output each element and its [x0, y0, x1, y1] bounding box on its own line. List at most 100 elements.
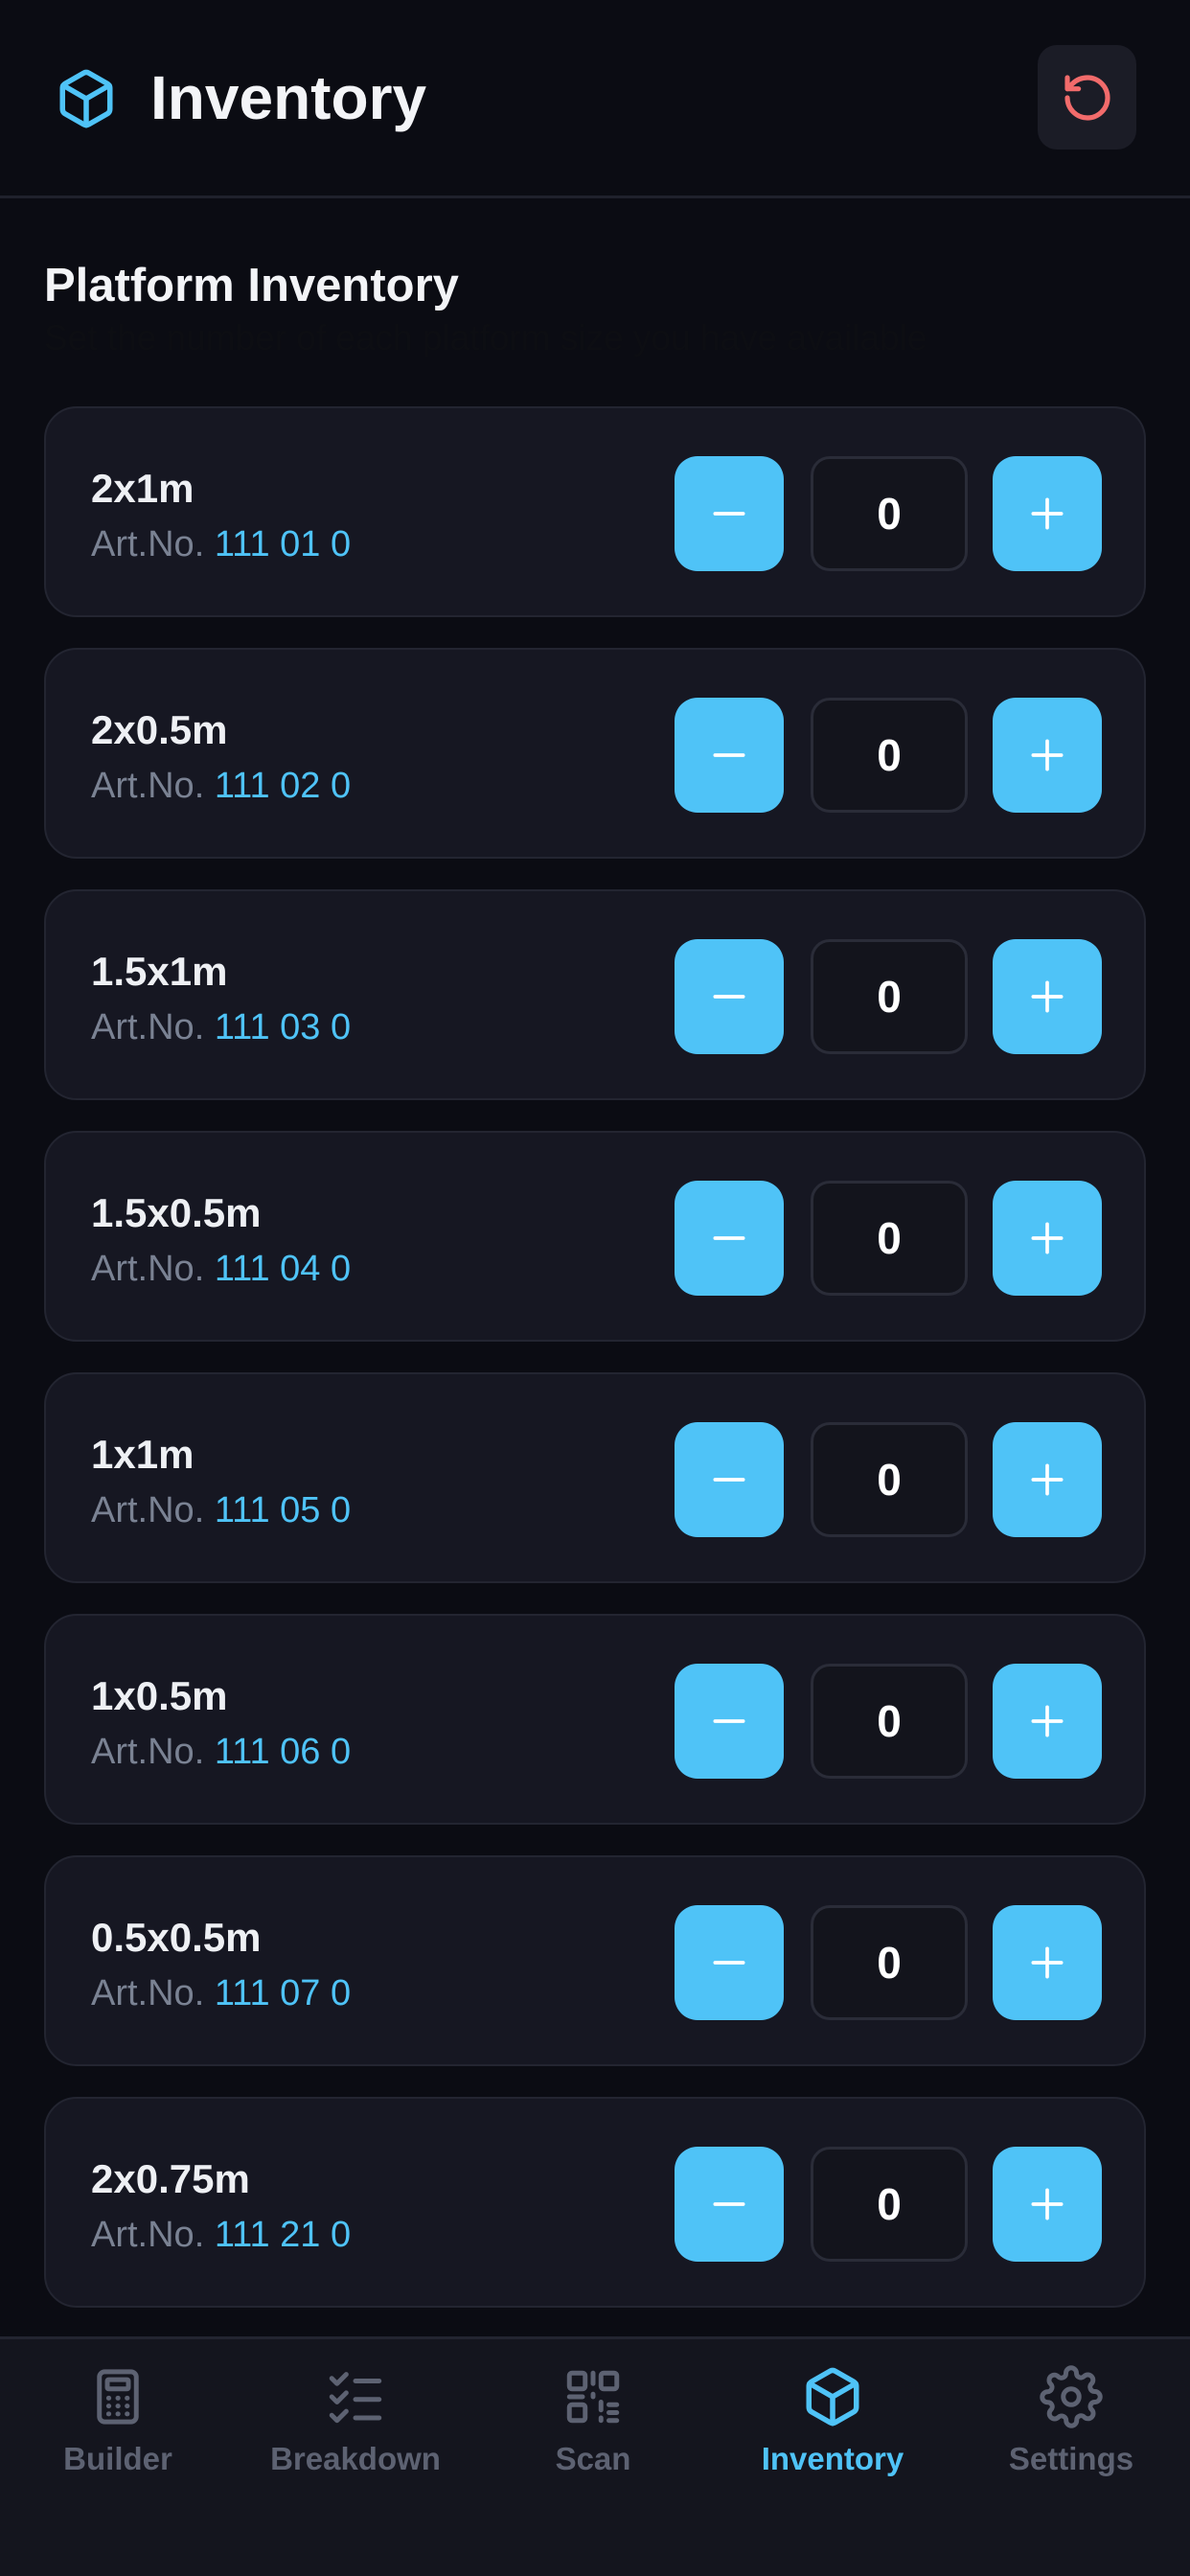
minus-icon	[713, 753, 745, 757]
nav-item-scan[interactable]: Scan	[483, 2365, 703, 2528]
decrement-button[interactable]	[675, 698, 784, 813]
minus-icon	[713, 2202, 745, 2206]
decrement-button[interactable]	[675, 939, 784, 1054]
platform-card: 0.5x0.5m Art.No. 111 07 0 0	[44, 1855, 1146, 2066]
section-subtitle: Set the number of each platform size you…	[44, 318, 927, 357]
quantity-display[interactable]: 0	[811, 1905, 968, 2020]
platform-name: 1.5x1m	[91, 949, 228, 994]
nav-item-inventory[interactable]: Inventory	[722, 2365, 943, 2528]
nav-label: Inventory	[761, 2441, 904, 2476]
article-prefix: Art.No.	[91, 2215, 205, 2255]
quantity-display[interactable]: 0	[811, 1422, 968, 1537]
article-number-value: 111 01 0	[214, 524, 352, 564]
calculator-icon	[97, 2369, 139, 2425]
plus-icon	[1031, 980, 1064, 1013]
article-prefix: Art.No.	[91, 1007, 205, 1047]
article-number: Art.No. 111 21 0	[91, 2212, 351, 2258]
qr-code-icon	[566, 2370, 620, 2424]
increment-button[interactable]	[993, 1422, 1102, 1537]
app-screen: Inventory Platform Inventory Set the num…	[0, 0, 1190, 2576]
decrement-button[interactable]	[675, 2147, 784, 2262]
app-header: Inventory	[0, 0, 1190, 198]
platform-card: 1.5x1m Art.No. 111 03 0 0	[44, 889, 1146, 1100]
article-prefix: Art.No.	[91, 1973, 205, 2013]
article-number-value: 111 04 0	[214, 1249, 352, 1289]
plus-icon	[1031, 2188, 1064, 2220]
quantity-display[interactable]: 0	[811, 1181, 968, 1296]
article-number: Art.No. 111 03 0	[91, 1004, 351, 1050]
minus-icon	[713, 1236, 745, 1240]
minus-icon	[713, 512, 745, 516]
minus-icon	[713, 1478, 745, 1482]
rotate-ccw-icon	[1064, 74, 1110, 121]
platform-name: 1x1m	[91, 1432, 195, 1477]
increment-button[interactable]	[993, 1181, 1102, 1296]
platform-card: 1.5x0.5m Art.No. 111 04 0 0	[44, 1131, 1146, 1342]
increment-button[interactable]	[993, 2147, 1102, 2262]
article-number: Art.No. 111 05 0	[91, 1487, 351, 1533]
platform-card: 2x0.5m Art.No. 111 02 0 0	[44, 648, 1146, 859]
cube-icon	[59, 69, 113, 128]
gear-icon	[1040, 2365, 1103, 2428]
article-number: Art.No. 111 04 0	[91, 1246, 351, 1292]
plus-icon	[1031, 1463, 1064, 1496]
minus-icon	[713, 995, 745, 999]
article-number-value: 111 02 0	[214, 766, 352, 806]
decrement-button[interactable]	[675, 1905, 784, 2020]
increment-button[interactable]	[993, 1664, 1102, 1779]
plus-icon	[1031, 1946, 1064, 1979]
minus-icon	[713, 1719, 745, 1723]
plus-icon	[1031, 1705, 1064, 1737]
reset-button[interactable]	[1038, 45, 1136, 150]
platform-name: 0.5x0.5m	[91, 1915, 262, 1960]
platform-list: 2x1m Art.No. 111 01 0 0 2x0.5m Art.No. 1…	[44, 406, 1146, 2338]
article-number-value: 111 21 0	[214, 2215, 352, 2255]
article-prefix: Art.No.	[91, 1490, 205, 1530]
increment-button[interactable]	[993, 698, 1102, 813]
quantity-display[interactable]: 0	[811, 1664, 968, 1779]
plus-icon	[1031, 739, 1064, 771]
article-number-value: 111 06 0	[214, 1732, 352, 1772]
cube-icon	[806, 2367, 859, 2426]
platform-card: 2x0.75m Art.No. 111 21 0 0	[44, 2097, 1146, 2308]
article-number-value: 111 05 0	[214, 1490, 352, 1530]
plus-icon	[1031, 497, 1064, 530]
section-title: Platform Inventory	[44, 260, 459, 311]
increment-button[interactable]	[993, 1905, 1102, 2020]
checklist-icon	[329, 2372, 382, 2424]
nav-label: Breakdown	[270, 2441, 441, 2476]
quantity-display[interactable]: 0	[811, 939, 968, 1054]
decrement-button[interactable]	[675, 1664, 784, 1779]
platform-name: 1.5x0.5m	[91, 1190, 262, 1235]
decrement-button[interactable]	[675, 1181, 784, 1296]
article-number: Art.No. 111 06 0	[91, 1729, 351, 1775]
increment-button[interactable]	[993, 456, 1102, 571]
platform-name: 2x0.5m	[91, 707, 228, 752]
article-prefix: Art.No.	[91, 524, 205, 564]
article-number-value: 111 07 0	[214, 1973, 352, 2013]
nav-item-settings[interactable]: Settings	[961, 2365, 1181, 2528]
increment-button[interactable]	[993, 939, 1102, 1054]
article-number-value: 111 03 0	[214, 1007, 352, 1047]
platform-name: 2x1m	[91, 466, 195, 511]
nav-item-builder[interactable]: Builder	[8, 2365, 228, 2528]
platform-card: 1x0.5m Art.No. 111 06 0 0	[44, 1614, 1146, 1825]
decrement-button[interactable]	[675, 1422, 784, 1537]
minus-icon	[713, 1961, 745, 1965]
article-number: Art.No. 111 01 0	[91, 521, 351, 567]
quantity-display[interactable]: 0	[811, 2147, 968, 2262]
quantity-display[interactable]: 0	[811, 698, 968, 813]
nav-label: Builder	[63, 2441, 172, 2476]
nav-label: Settings	[1008, 2441, 1134, 2476]
decrement-button[interactable]	[675, 456, 784, 571]
plus-icon	[1031, 1222, 1064, 1254]
article-number: Art.No. 111 02 0	[91, 763, 351, 809]
nav-item-breakdown[interactable]: Breakdown	[245, 2365, 466, 2528]
bottom-nav: Builder Breakdown Scan Inventory Setting…	[0, 2336, 1190, 2576]
article-prefix: Art.No.	[91, 766, 205, 806]
article-prefix: Art.No.	[91, 1732, 205, 1772]
platform-card: 1x1m Art.No. 111 05 0 0	[44, 1372, 1146, 1583]
quantity-display[interactable]: 0	[811, 456, 968, 571]
article-number: Art.No. 111 07 0	[91, 1970, 351, 2016]
article-prefix: Art.No.	[91, 1249, 205, 1289]
